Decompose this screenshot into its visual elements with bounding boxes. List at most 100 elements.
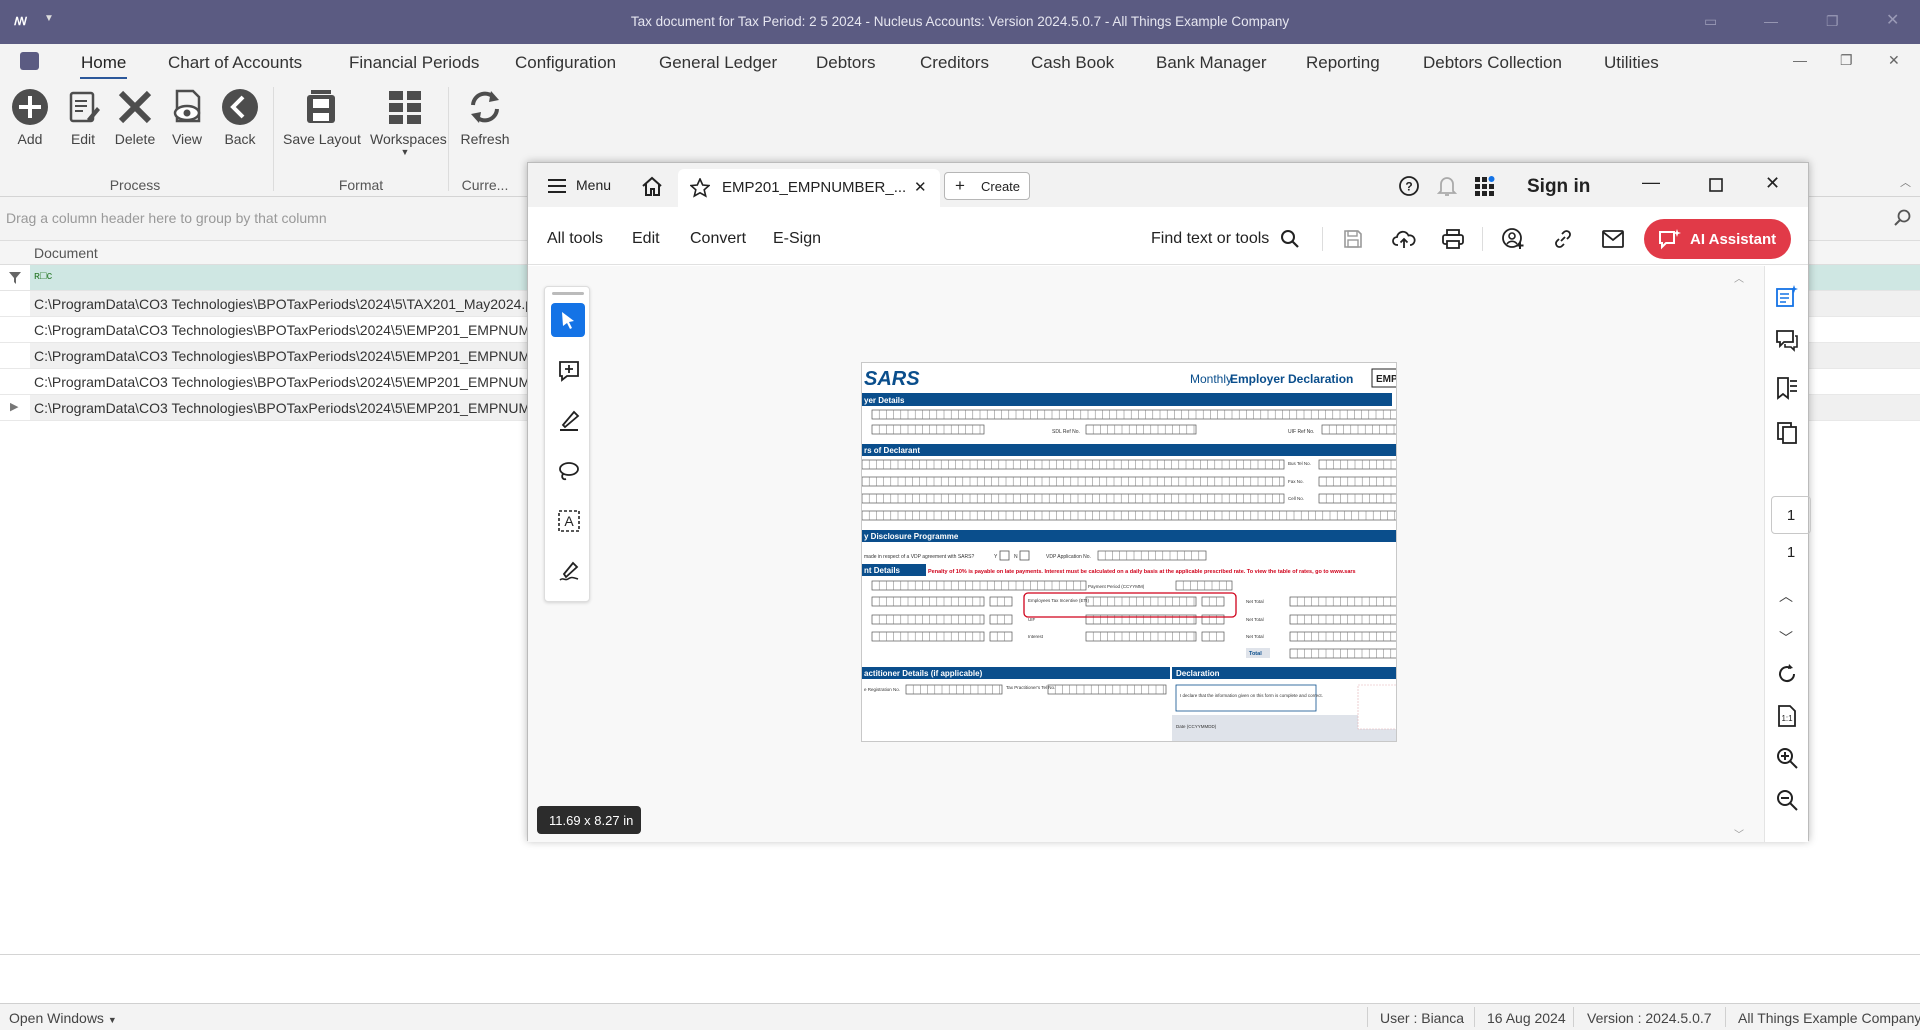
save-icon[interactable] [1343, 229, 1363, 249]
edit-menu[interactable]: Edit [632, 230, 660, 248]
restore-layout-icon[interactable]: ▭ [1704, 13, 1717, 29]
apps-grid-icon[interactable] [1474, 175, 1496, 197]
add-comment-tool-button[interactable] [551, 353, 585, 387]
pdf-page[interactable]: SARS Monthly Employer Declaration EMP ye… [861, 362, 1397, 742]
field-box [1097, 550, 1207, 561]
current-page-input[interactable]: 1 [1771, 496, 1811, 534]
fit-page-icon[interactable]: 1:1 [1775, 704, 1799, 728]
filter-icon[interactable] [9, 272, 21, 284]
upload-cloud-icon[interactable] [1392, 228, 1416, 250]
esign-menu[interactable]: E-Sign [773, 230, 821, 248]
window-title: Tax document for Tax Period: 2 5 2024 - … [630, 14, 1290, 29]
open-windows-dropdown[interactable]: Open Windows ▼ [9, 1010, 117, 1026]
view-icon [173, 89, 201, 123]
status-separator [1573, 1007, 1574, 1027]
zoom-in-icon[interactable] [1775, 746, 1799, 770]
save-layout-button[interactable]: Save Layout [283, 87, 361, 147]
refresh-icon [471, 91, 499, 123]
ribbon-separator [448, 87, 449, 191]
menu-reporting[interactable]: Reporting [1306, 53, 1380, 73]
search-icon[interactable] [1893, 209, 1911, 227]
sign-in-link[interactable]: Sign in [1527, 176, 1590, 198]
chevron-down-icon: ▼ [107, 1015, 117, 1025]
menu-cash-book[interactable]: Cash Book [1031, 53, 1114, 73]
pages-icon[interactable] [1775, 421, 1799, 445]
scroll-up-icon[interactable]: ︿ [1734, 270, 1744, 285]
help-icon[interactable]: ? [1398, 175, 1420, 197]
select-tool-button[interactable] [551, 303, 585, 337]
date-label: Date (CCYYMMDD) [1176, 724, 1217, 729]
back-button[interactable]: Back [210, 87, 270, 147]
draw-tool-button[interactable] [551, 453, 585, 487]
sars-logo: SARS [864, 368, 920, 390]
next-page-icon[interactable]: ﹀ [1779, 628, 1793, 648]
add-icon [12, 89, 48, 125]
search-icon[interactable] [1280, 229, 1300, 249]
collapse-ribbon-icon[interactable]: ︿ [1900, 174, 1911, 190]
home-icon[interactable] [641, 175, 663, 197]
close-icon[interactable]: ✕ [1886, 13, 1899, 29]
field-box [862, 510, 1396, 521]
column-header-document[interactable]: Document [34, 245, 98, 261]
edit-button[interactable]: Edit [53, 87, 113, 147]
menu-financial-periods[interactable]: Financial Periods [349, 53, 479, 73]
field-box [871, 596, 985, 607]
row-indicator-icon: ▶ [10, 401, 19, 413]
uif-label: UIF Ref No. [1288, 429, 1314, 435]
rotate-icon[interactable] [1775, 662, 1799, 686]
delete-button[interactable]: Delete [105, 87, 165, 147]
document-viewport[interactable]: A SARS Monthly Employer Declaration EMP … [528, 266, 1764, 842]
refresh-button[interactable]: Refresh [455, 87, 515, 147]
maximize-icon[interactable]: ❐ [1826, 13, 1839, 29]
share-user-icon[interactable] [1502, 228, 1524, 250]
all-tools-menu[interactable]: All tools [547, 230, 603, 248]
menu-bank-manager[interactable]: Bank Manager [1156, 53, 1267, 73]
mdi-minimize-icon[interactable]: — [1793, 52, 1807, 68]
pdf-document-tab[interactable]: EMP201_EMPNUMBER_... ✕ [678, 169, 940, 207]
ai-summary-icon[interactable] [1775, 284, 1799, 308]
file-menu-icon[interactable] [20, 52, 39, 70]
tab-close-icon[interactable]: ✕ [914, 178, 927, 196]
drag-handle[interactable] [552, 292, 584, 295]
back-label: Back [224, 131, 256, 147]
sign-tool-button[interactable] [551, 553, 585, 587]
convert-menu[interactable]: Convert [690, 230, 746, 248]
minimize-icon[interactable]: — [1764, 13, 1778, 29]
status-separator [1474, 1007, 1475, 1027]
pdf-close-icon[interactable]: ✕ [1765, 173, 1780, 194]
menu-creditors[interactable]: Creditors [920, 53, 989, 73]
pdf-minimize-icon[interactable]: — [1642, 172, 1660, 193]
form-heading-light: Monthly [1190, 372, 1232, 386]
menu-debtors-collection[interactable]: Debtors Collection [1423, 53, 1562, 73]
zoom-out-icon[interactable] [1775, 788, 1799, 812]
bookmarks-icon[interactable] [1775, 376, 1799, 400]
add-label: Add [17, 131, 43, 147]
hamburger-menu-button[interactable]: Menu [548, 175, 628, 197]
menu-configuration[interactable]: Configuration [515, 53, 616, 73]
find-text-or-tools[interactable]: Find text or tools [1151, 230, 1269, 248]
mdi-close-icon[interactable]: ✕ [1888, 52, 1900, 69]
menu-debtors[interactable]: Debtors [816, 53, 876, 73]
star-icon[interactable] [690, 178, 710, 198]
notification-bell-icon[interactable] [1437, 175, 1457, 197]
link-icon[interactable] [1553, 229, 1573, 249]
create-button[interactable]: + Create [944, 172, 1030, 200]
email-icon[interactable] [1602, 230, 1624, 248]
pdf-maximize-icon[interactable] [1709, 178, 1723, 192]
print-icon[interactable] [1442, 228, 1464, 250]
menu-home[interactable]: Home [81, 53, 126, 73]
text-box-tool-button[interactable]: A [551, 503, 585, 537]
highlight-tool-button[interactable] [551, 403, 585, 437]
menu-chart-of-accounts[interactable]: Chart of Accounts [168, 53, 302, 73]
view-button[interactable]: View [157, 87, 217, 147]
previous-page-icon[interactable]: ︿ [1779, 586, 1793, 606]
menu-utilities[interactable]: Utilities [1604, 53, 1659, 73]
section-title: yer Details [864, 396, 905, 405]
ai-assistant-button[interactable]: AI Assistant [1644, 219, 1791, 259]
add-button[interactable]: Add [0, 87, 60, 147]
menu-general-ledger[interactable]: General Ledger [659, 53, 777, 73]
comments-icon[interactable] [1775, 328, 1799, 352]
workspaces-button[interactable]: Workspaces ▼ [370, 87, 447, 157]
mdi-restore-icon[interactable]: ❐ [1840, 52, 1853, 69]
scroll-down-icon[interactable]: ﹀ [1734, 826, 1744, 841]
